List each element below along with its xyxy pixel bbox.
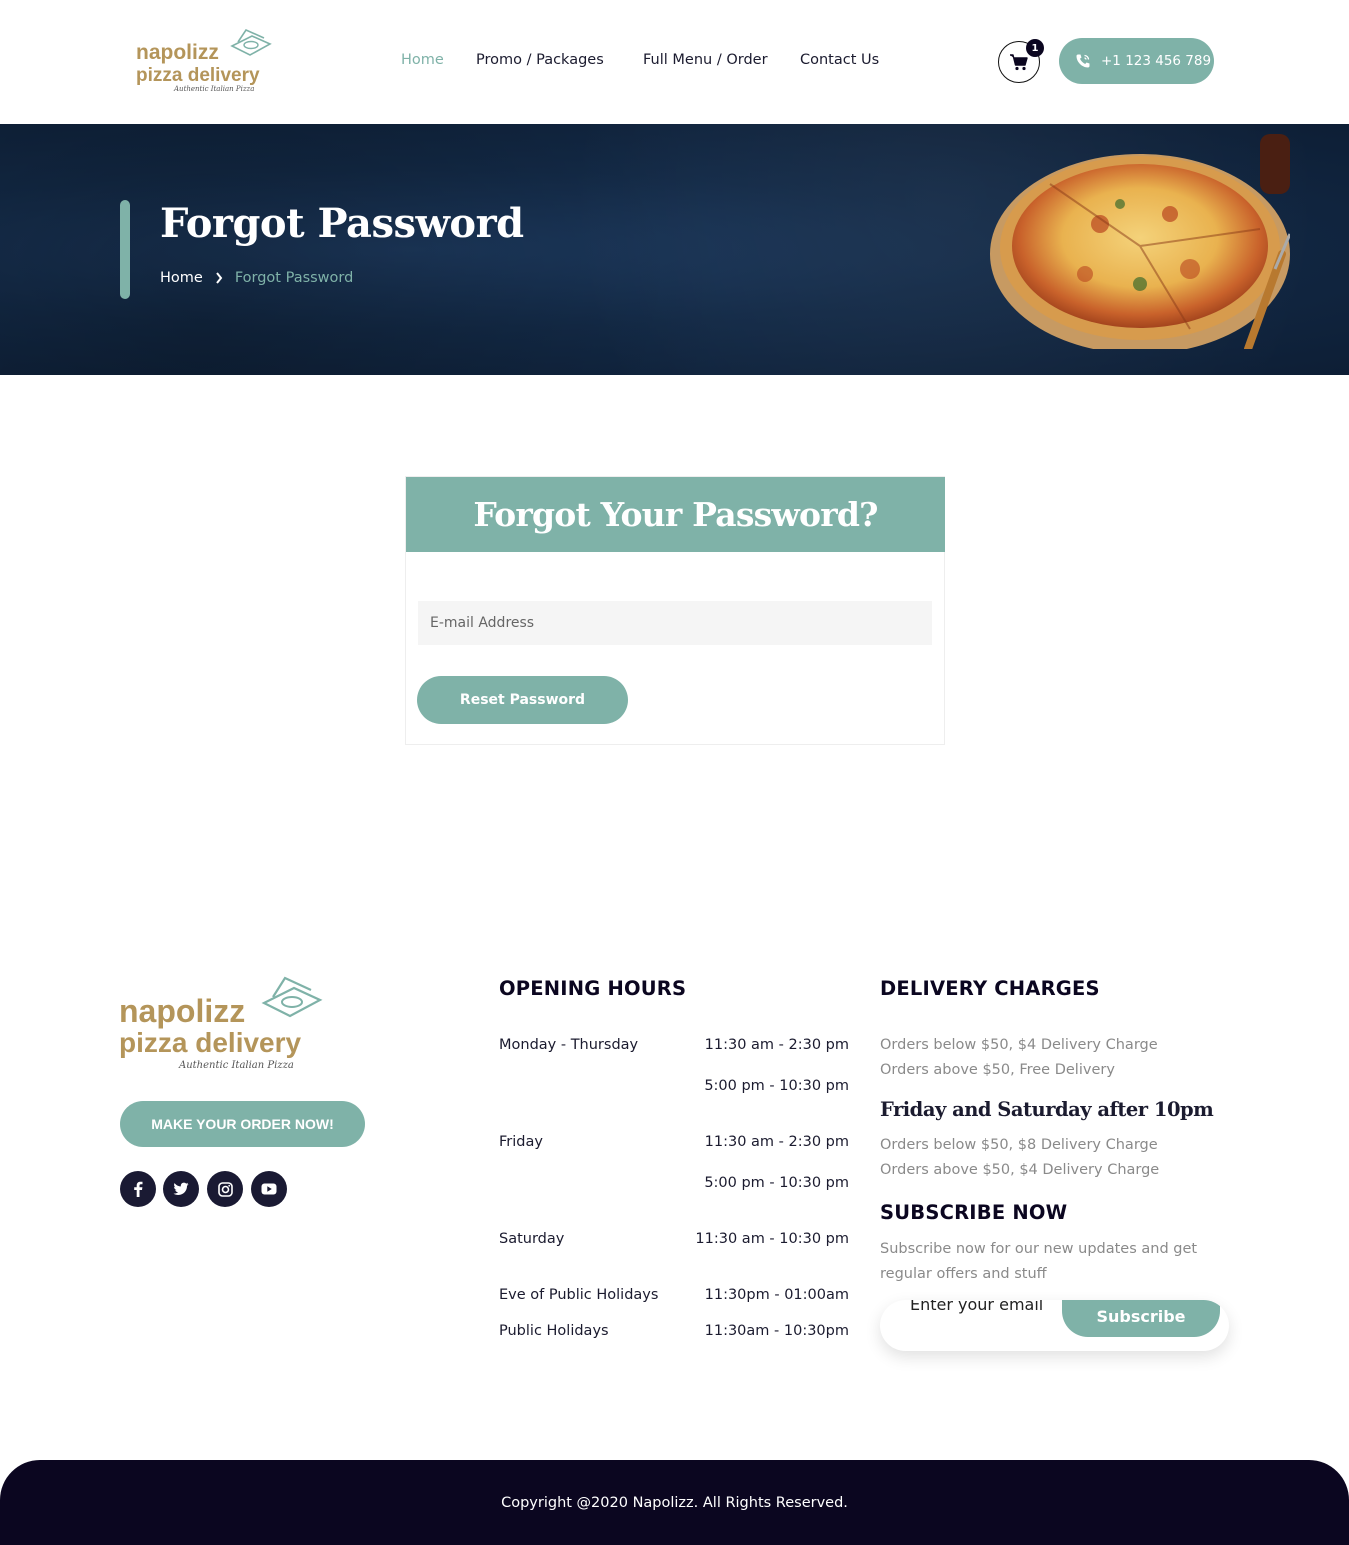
hours-time: 5:00 pm - 10:30 pm bbox=[704, 1078, 849, 1094]
hours-time: 5:00 pm - 10:30 pm bbox=[704, 1175, 849, 1191]
copyright-bar: Copyright @2020 Napolizz. All Rights Res… bbox=[0, 1460, 1349, 1545]
hours-day: Eve of Public Holidays bbox=[499, 1287, 659, 1303]
hours-time: 11:30am - 10:30pm bbox=[704, 1323, 849, 1339]
twitter-icon bbox=[173, 1182, 189, 1195]
cart-count-badge: 1 bbox=[1026, 39, 1044, 57]
footer-logo-tagline: Authentic Italian Pizza bbox=[179, 1060, 294, 1071]
logo-line2: pizza delivery bbox=[136, 65, 260, 86]
subscribe-button[interactable]: Subscribe bbox=[1062, 1300, 1220, 1337]
phone-icon bbox=[1076, 54, 1090, 68]
delivery-line: Orders above $50, $4 Delivery Charge bbox=[880, 1162, 1160, 1178]
phone-button[interactable]: +1 123 456 789 bbox=[1059, 38, 1214, 84]
breadcrumb: Home Forgot Password bbox=[160, 270, 353, 286]
footer-logo[interactable]: napolizz pizza delivery Authentic Italia… bbox=[119, 975, 324, 1075]
make-order-button[interactable]: MAKE YOUR ORDER NOW! bbox=[120, 1101, 365, 1147]
delivery-line: Orders below $50, $4 Delivery Charge bbox=[880, 1037, 1158, 1053]
facebook-link[interactable] bbox=[120, 1171, 156, 1207]
instagram-icon bbox=[217, 1181, 233, 1197]
logo-line1: napolizz bbox=[136, 41, 219, 64]
page-hero: Forgot Password Home Forgot Password bbox=[0, 124, 1349, 375]
hours-time: 11:30 am - 2:30 pm bbox=[704, 1134, 849, 1150]
site-header: napolizz pizza delivery Authentic Italia… bbox=[0, 0, 1349, 124]
card-heading: Forgot Your Password? bbox=[473, 495, 878, 534]
page-title: Forgot Password bbox=[160, 200, 524, 247]
nav-promo-packages[interactable]: Promo / Packages bbox=[476, 52, 604, 68]
cart-icon bbox=[1010, 54, 1028, 71]
subscribe-email-input[interactable] bbox=[898, 1300, 1068, 1326]
hours-time: 11:30 am - 10:30 pm bbox=[695, 1231, 849, 1247]
delivery-subheading: Friday and Saturday after 10pm bbox=[880, 1098, 1214, 1121]
hours-day: Monday - Thursday bbox=[499, 1037, 639, 1053]
twitter-link[interactable] bbox=[163, 1171, 199, 1207]
facebook-icon bbox=[134, 1181, 143, 1197]
opening-hours-heading: OPENING HOURS bbox=[499, 977, 687, 1000]
footer-logo-line2: pizza delivery bbox=[119, 1027, 302, 1058]
subscribe-heading: SUBSCRIBE NOW bbox=[880, 1201, 1068, 1224]
breadcrumb-current: Forgot Password bbox=[234, 270, 354, 286]
hours-time: 11:30pm - 01:00am bbox=[704, 1287, 849, 1303]
footer-logo-line1: napolizz bbox=[119, 993, 246, 1029]
reset-password-button[interactable]: Reset Password bbox=[417, 676, 628, 724]
pizza-image bbox=[990, 134, 1290, 349]
site-logo[interactable]: napolizz pizza delivery Authentic Italia… bbox=[134, 28, 274, 98]
logo-tagline: Authentic Italian Pizza bbox=[174, 85, 255, 93]
hours-day: Saturday bbox=[499, 1231, 565, 1247]
nav-home[interactable]: Home bbox=[401, 52, 444, 68]
pizza-box-icon bbox=[230, 28, 272, 56]
forgot-password-card: Forgot Your Password? Reset Password bbox=[405, 476, 945, 745]
subscribe-form: Subscribe bbox=[880, 1300, 1229, 1351]
card-header: Forgot Your Password? bbox=[406, 477, 945, 552]
hours-day: Public Holidays bbox=[499, 1323, 609, 1339]
youtube-link[interactable] bbox=[251, 1171, 287, 1207]
pizza-box-icon bbox=[261, 976, 323, 1018]
subscribe-text: Subscribe now for our new updates and ge… bbox=[880, 1241, 1198, 1282]
nav-full-menu-order[interactable]: Full Menu / Order bbox=[643, 52, 768, 68]
chevron-right-icon bbox=[216, 272, 223, 284]
phone-number: +1 123 456 789 bbox=[1101, 53, 1212, 69]
delivery-line: Orders below $50, $8 Delivery Charge bbox=[880, 1137, 1158, 1153]
youtube-icon bbox=[261, 1183, 277, 1195]
delivery-line: Orders above $50, Free Delivery bbox=[880, 1062, 1115, 1078]
hero-accent-bar bbox=[120, 200, 130, 299]
nav-contact-us[interactable]: Contact Us bbox=[800, 52, 879, 68]
breadcrumb-home[interactable]: Home bbox=[160, 270, 203, 286]
copyright-text: Copyright @2020 Napolizz. All Rights Res… bbox=[501, 1494, 848, 1511]
hours-day: Friday bbox=[499, 1134, 543, 1150]
instagram-link[interactable] bbox=[207, 1171, 243, 1207]
email-field[interactable] bbox=[418, 601, 932, 645]
hours-time: 11:30 am - 2:30 pm bbox=[704, 1037, 849, 1053]
delivery-charges-heading: DELIVERY CHARGES bbox=[880, 977, 1100, 1000]
